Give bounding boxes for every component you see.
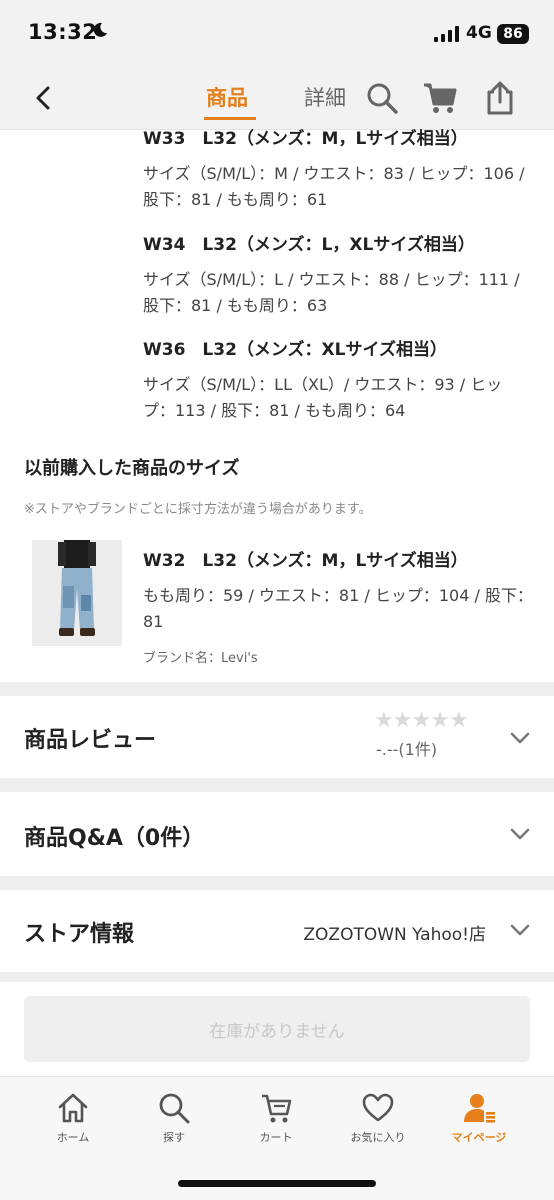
size-entry-w33: W33 L32（メンズ：M，Lサイズ相当） サイズ（S/M/L）：M / ウエス… xyxy=(143,124,533,213)
size-title: W33 L32（メンズ：M，Lサイズ相当） xyxy=(143,129,468,149)
chevron-down-icon[interactable] xyxy=(510,732,530,744)
previous-size-heading: 以前購入した商品のサイズ xyxy=(24,458,240,479)
size-desc: サイズ（S/M/L）：LL（XL）/ ウエスト：93 / ヒップ：113 / 股… xyxy=(143,375,503,420)
previous-item-info: W32 L32（メンズ：M，Lサイズ相当） もも周り：59 / ウエスト：81 … xyxy=(143,546,533,666)
search-icon[interactable] xyxy=(364,80,400,116)
tab-search[interactable]: 探す xyxy=(129,1091,219,1145)
section-divider xyxy=(0,876,554,890)
home-indicator xyxy=(178,1180,376,1187)
star-icon: ★ xyxy=(392,708,413,733)
signal-icon xyxy=(434,26,459,42)
size-desc: サイズ（S/M/L）：L / ウエスト：88 / ヒップ：111 / 股下：81… xyxy=(143,270,520,315)
tab-mypage-label: マイページ xyxy=(451,1131,507,1144)
tab-mypage[interactable]: マイページ xyxy=(434,1091,524,1145)
tab-favorites-label: お気に入り xyxy=(350,1131,406,1144)
heart-icon xyxy=(362,1093,394,1122)
nav-bar: 商品 詳細 xyxy=(0,66,554,130)
section-divider xyxy=(0,682,554,696)
status-time: 13:32 xyxy=(28,20,98,44)
tab-product[interactable]: 商品 xyxy=(206,82,248,112)
tab-home[interactable]: ホーム xyxy=(28,1091,118,1145)
qa-row[interactable]: 商品Q&A（0件） xyxy=(0,792,554,876)
star-icon: ★ xyxy=(430,708,450,733)
cart-icon xyxy=(262,1094,292,1123)
battery-badge: 86 xyxy=(497,24,529,44)
qa-title: 商品Q&A（0件） xyxy=(24,826,205,851)
star-icon: ★ xyxy=(374,708,394,733)
network-label: 4G xyxy=(466,23,492,43)
store-row[interactable]: ストア情報 ZOZOTOWN Yahoo!店 xyxy=(0,890,554,972)
out-of-stock-button[interactable]: 在庫がありません xyxy=(24,996,530,1062)
size-title: W36 L32（メンズ：XLサイズ相当） xyxy=(143,340,447,360)
size-entry-w34: W34 L32（メンズ：L，XLサイズ相当） サイズ（S/M/L）：L / ウエ… xyxy=(143,230,533,319)
rating-stars: ★★★★★ xyxy=(374,708,469,733)
chevron-down-icon[interactable] xyxy=(510,828,530,840)
tab-detail[interactable]: 詳細 xyxy=(304,82,346,112)
review-row[interactable]: 商品レビュー ★★★★★ -.--(1件) xyxy=(0,696,554,778)
review-score-value: -.-- xyxy=(376,740,399,759)
review-title: 商品レビュー xyxy=(24,728,157,753)
review-count: (1件) xyxy=(398,740,438,759)
moon-icon xyxy=(93,22,107,37)
measurement-note: ※ストアやブランドごとに採寸方法が違う場合があります。 xyxy=(24,502,372,517)
size-desc: サイズ（S/M/L）：M / ウエスト：83 / ヒップ：106 / 股下：81… xyxy=(143,164,525,209)
previous-item-title: W32 L32（メンズ：M，Lサイズ相当） xyxy=(143,551,468,571)
section-divider xyxy=(0,778,554,792)
section-divider xyxy=(0,972,554,982)
tab-favorites[interactable]: お気に入り xyxy=(333,1091,423,1145)
home-icon xyxy=(58,1093,88,1123)
active-tab-indicator xyxy=(204,117,256,120)
review-score: -.--(1件) xyxy=(376,736,437,760)
tab-search-label: 探す xyxy=(163,1131,185,1144)
previous-item-desc: もも周り：59 / ウエスト：81 / ヒップ：104 / 股下：81 xyxy=(143,586,533,631)
status-bar: 13:32 4G 86 xyxy=(0,0,554,66)
jeans-image xyxy=(32,540,122,646)
size-entry-w36: W36 L32（メンズ：XLサイズ相当） サイズ（S/M/L）：LL（XL）/ … xyxy=(143,335,533,424)
back-icon[interactable] xyxy=(30,84,58,112)
tab-cart-label: カート xyxy=(259,1131,293,1144)
chevron-down-icon[interactable] xyxy=(510,924,530,936)
product-thumbnail[interactable] xyxy=(32,540,122,646)
size-title: W34 L32（メンズ：L，XLサイズ相当） xyxy=(143,235,475,255)
star-icon: ★ xyxy=(448,708,469,733)
store-title: ストア情報 xyxy=(24,922,135,947)
cart-icon[interactable] xyxy=(422,80,458,116)
search-icon xyxy=(159,1093,190,1124)
user-icon xyxy=(464,1094,495,1123)
store-name: ZOZOTOWN Yahoo!店 xyxy=(303,925,486,945)
tab-cart[interactable]: カート xyxy=(231,1091,321,1145)
brand-name: ブランド名：Levi's xyxy=(143,651,258,666)
tab-home-label: ホーム xyxy=(56,1131,90,1144)
share-icon[interactable] xyxy=(482,80,518,116)
star-icon: ★ xyxy=(411,708,431,733)
